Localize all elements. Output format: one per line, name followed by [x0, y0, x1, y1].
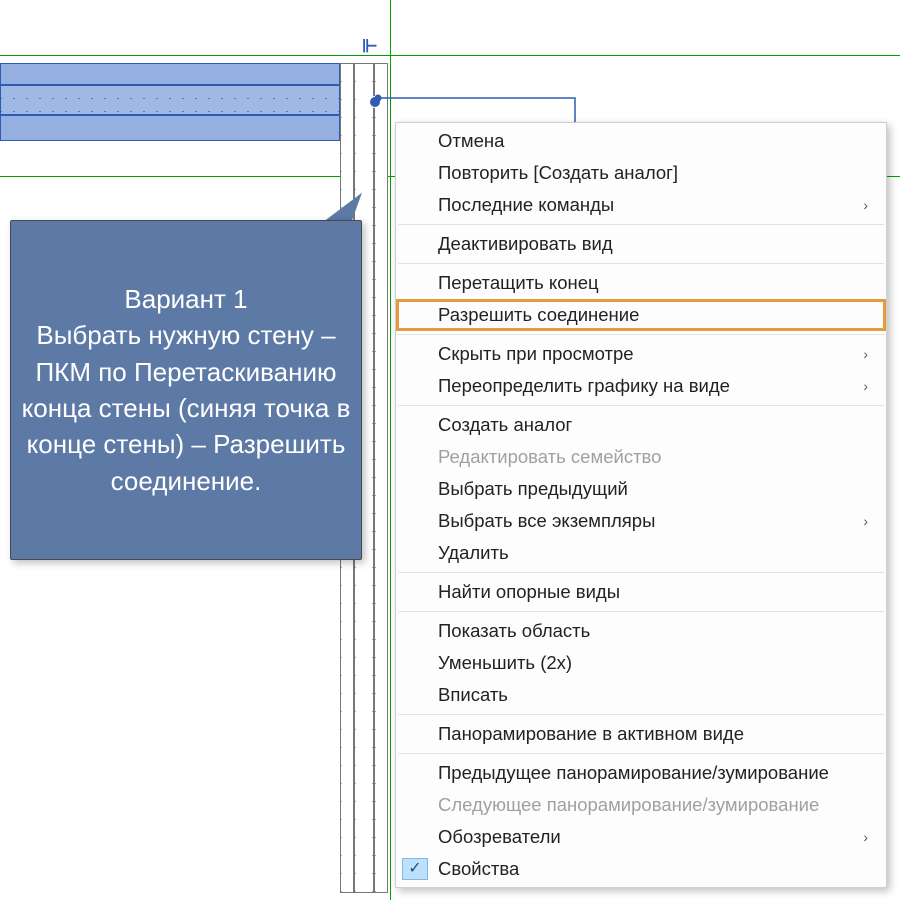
menu-item[interactable]: Скрыть при просмотре ›	[396, 338, 886, 370]
selected-wall-horizontal[interactable]	[0, 63, 340, 143]
chevron-right-icon: ›	[843, 197, 868, 213]
menu-item[interactable]: Перетащить конец	[396, 267, 886, 299]
menu-item-label: Переопределить графику на виде	[438, 375, 730, 397]
menu-item-label: Редактировать семейство	[438, 446, 661, 468]
menu-item-label: Найти опорные виды	[438, 581, 620, 603]
menu-item[interactable]: Уменьшить (2x)	[396, 647, 886, 679]
menu-item[interactable]: Обозреватели ›	[396, 821, 886, 853]
menu-item: Редактировать семейство	[396, 441, 886, 473]
menu-separator	[398, 714, 884, 715]
menu-item-label: Уменьшить (2x)	[438, 652, 572, 674]
menu-item-label: Вписать	[438, 684, 508, 706]
menu-item[interactable]: Панорамирование в активном виде	[396, 718, 886, 750]
menu-item[interactable]: Создать аналог	[396, 409, 886, 441]
menu-separator	[398, 334, 884, 335]
menu-item-label: Удалить	[438, 542, 509, 564]
chevron-right-icon: ›	[843, 378, 868, 394]
menu-item-label: Выбрать все экземпляры	[438, 510, 655, 532]
menu-item-label: Повторить [Создать аналог]	[438, 162, 678, 184]
menu-item[interactable]: Деактивировать вид	[396, 228, 886, 260]
menu-item-label: Панорамирование в активном виде	[438, 723, 744, 745]
menu-item-label: Деактивировать вид	[438, 233, 613, 255]
menu-item[interactable]: Отмена	[396, 125, 886, 157]
menu-item[interactable]: Показать область	[396, 615, 886, 647]
menu-separator	[398, 224, 884, 225]
menu-item-label: Последние команды	[438, 194, 614, 216]
menu-item-label: Разрешить соединение	[438, 304, 639, 326]
menu-item[interactable]: Найти опорные виды	[396, 576, 886, 608]
menu-item[interactable]: Выбрать предыдущий	[396, 473, 886, 505]
menu-item[interactable]: Переопределить графику на виде ›	[396, 370, 886, 402]
menu-item-label: Перетащить конец	[438, 272, 599, 294]
menu-item-label: Обозреватели	[438, 826, 561, 848]
flip-control-icon[interactable]: ⊩	[362, 36, 378, 57]
wall-layer	[0, 85, 340, 115]
wall-layer	[0, 115, 340, 141]
menu-item[interactable]: ✓ Свойства	[396, 853, 886, 885]
menu-item-label: Отмена	[438, 130, 504, 152]
menu-item[interactable]: Разрешить соединение	[396, 299, 886, 331]
menu-item-label: Выбрать предыдущий	[438, 478, 628, 500]
menu-item-label: Скрыть при просмотре	[438, 343, 634, 365]
menu-separator	[398, 753, 884, 754]
menu-item-label: Следующее панорамирование/зумирование	[438, 794, 819, 816]
instruction-callout: Вариант 1 Выбрать нужную стену – ПКМ по …	[10, 220, 362, 560]
menu-item: Следующее панорамирование/зумирование	[396, 789, 886, 821]
menu-separator	[398, 405, 884, 406]
menu-separator	[398, 572, 884, 573]
context-menu[interactable]: Отмена Повторить [Создать аналог] Последни…	[395, 122, 887, 888]
chevron-right-icon: ›	[843, 829, 868, 845]
guide-line	[0, 55, 900, 56]
menu-item[interactable]: Повторить [Создать аналог]	[396, 157, 886, 189]
menu-item[interactable]: Вписать	[396, 679, 886, 711]
menu-item-label: Создать аналог	[438, 414, 572, 436]
check-icon: ✓	[402, 858, 428, 880]
menu-item-label: Предыдущее панорамирование/зумирование	[438, 762, 829, 784]
menu-item[interactable]: Последние команды ›	[396, 189, 886, 221]
wall-layer	[0, 63, 340, 85]
menu-separator	[398, 263, 884, 264]
menu-item-label: Свойства	[438, 858, 519, 880]
menu-item-label: Показать область	[438, 620, 590, 642]
menu-separator	[398, 611, 884, 612]
menu-item[interactable]: Предыдущее панорамирование/зумирование	[396, 757, 886, 789]
menu-item[interactable]: Выбрать все экземпляры ›	[396, 505, 886, 537]
chevron-right-icon: ›	[843, 513, 868, 529]
menu-item[interactable]: Удалить	[396, 537, 886, 569]
chevron-right-icon: ›	[843, 346, 868, 362]
callout-text: Вариант 1 Выбрать нужную стену – ПКМ по …	[17, 281, 355, 499]
